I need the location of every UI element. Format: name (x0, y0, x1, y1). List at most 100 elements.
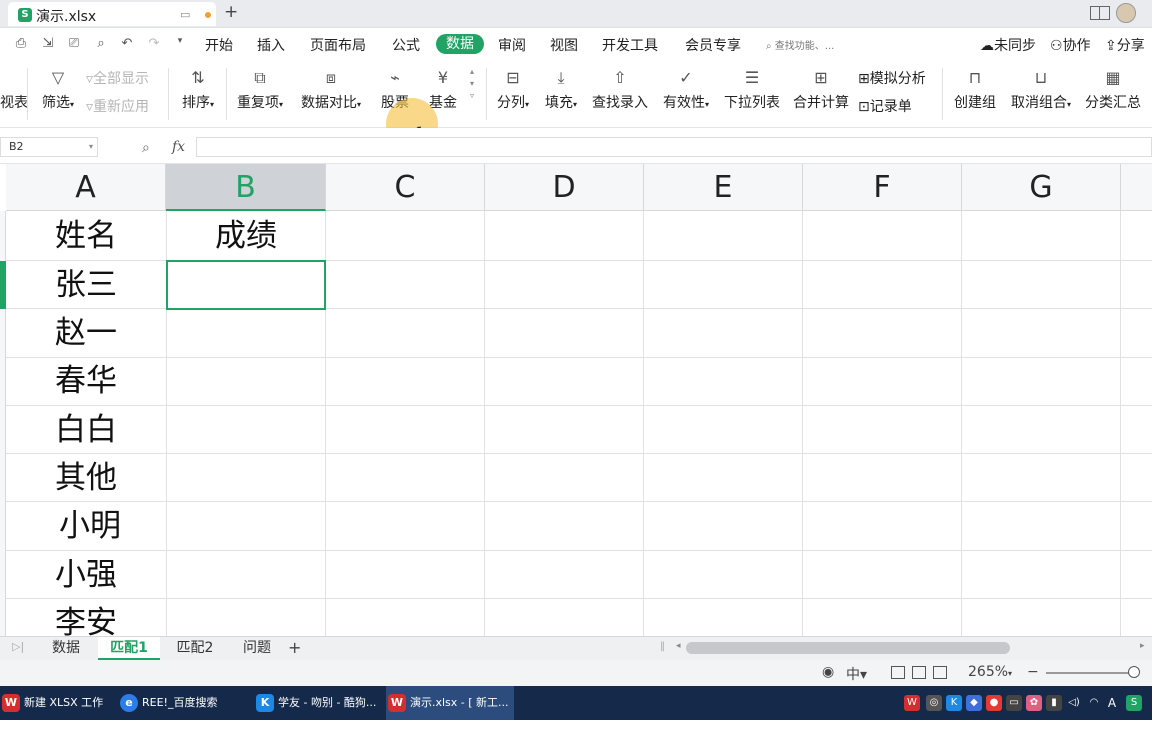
ribbon-scroll-icon[interactable]: ▴ ▾ ▿ (470, 66, 474, 102)
taskbar-item-new-xlsx[interactable]: W 新建 XLSX 工作表.... (0, 686, 116, 743)
zoom-out-button[interactable]: − (1027, 664, 1039, 680)
menu-formulas[interactable]: 公式 (392, 35, 420, 55)
cell-a9[interactable]: 李安 (6, 599, 166, 636)
menu-view[interactable]: 视图 (550, 35, 578, 55)
menu-member[interactable]: 会员专享 (685, 35, 741, 55)
ungroup-button[interactable]: ⊔ 取消组合▾ (1006, 68, 1076, 112)
pivot-table-button[interactable]: 视表 (0, 92, 28, 112)
menu-page-layout[interactable]: 页面布局 (310, 35, 366, 55)
tray-app-icon[interactable]: ◎ (926, 695, 942, 711)
undo-icon[interactable]: ↶ (119, 36, 135, 51)
page-break-view-icon[interactable] (933, 666, 947, 679)
record-form-button[interactable]: ⊡记录单 (858, 96, 912, 116)
duplicates-button[interactable]: ⧉ 重复项▾ (232, 68, 288, 112)
cell-a7[interactable]: 小明 (10, 502, 170, 550)
sheet-tab-match2[interactable]: 匹配2 (166, 637, 224, 660)
column-header-e[interactable]: E (644, 164, 803, 211)
cell-a6[interactable]: 其他 (6, 454, 166, 502)
normal-view-icon[interactable] (891, 666, 905, 679)
subtotal-button[interactable]: ▦ 分类汇总 (1082, 68, 1144, 112)
new-tab-button[interactable]: + (224, 2, 238, 22)
input-method-icon[interactable]: 中▾ (846, 664, 867, 684)
show-all-button[interactable]: ▿全部显示 (86, 68, 149, 88)
scroll-left-icon[interactable]: ◂ (676, 641, 681, 651)
sort-button[interactable]: ⇅ 排序▾ (178, 68, 218, 112)
network-icon[interactable]: ◠ (1086, 695, 1102, 711)
redo-icon[interactable]: ↷ (146, 36, 162, 51)
wps-tray-icon[interactable]: W (904, 695, 920, 711)
menu-data[interactable]: 数据 (436, 34, 484, 54)
column-header-d[interactable]: D (485, 164, 644, 211)
sync-status[interactable]: ☁未同步 (980, 35, 1036, 55)
split-column-button[interactable]: ⊟ 分列▾ (493, 68, 533, 112)
taskbar-item-kugou[interactable]: K 学友 - 吻别 - 酷狗... (254, 686, 382, 720)
compare-button[interactable]: ⧈ 数据对比▾ (296, 68, 366, 112)
lookup-entry-button[interactable]: ⇧ 查找录入 (589, 68, 651, 112)
cell-a3[interactable]: 赵一 (6, 309, 166, 357)
cell-a4[interactable]: 春华 (6, 357, 166, 405)
consolidate-button[interactable]: ⊞ 合并计算 (790, 68, 852, 112)
cell-b1[interactable]: 成绩 (166, 212, 326, 260)
sheet-tab-data[interactable]: 数据 (40, 637, 92, 660)
filter-button[interactable]: ▽ 筛选▾ (38, 68, 78, 112)
column-header-c[interactable]: C (326, 164, 485, 211)
menu-review[interactable]: 审阅 (498, 35, 526, 55)
column-header-h[interactable] (1121, 164, 1152, 211)
layout-toggle-icon[interactable] (1090, 6, 1110, 20)
feature-search[interactable]: ⌕ 查找功能、... (766, 37, 834, 52)
page-layout-view-icon[interactable] (912, 666, 926, 679)
chevron-down-icon[interactable]: ▾ (172, 36, 188, 46)
menu-home[interactable]: 开始 (205, 35, 233, 55)
formula-input[interactable] (196, 137, 1152, 157)
menu-insert[interactable]: 插入 (257, 35, 285, 55)
chevron-down-icon[interactable]: ▾ (89, 138, 93, 156)
column-header-a[interactable]: A (6, 164, 166, 211)
avatar[interactable] (1116, 3, 1136, 23)
column-header-g[interactable]: G (962, 164, 1121, 211)
ime-indicator[interactable]: A (1104, 695, 1120, 711)
preview-icon[interactable]: ⌕ (93, 36, 109, 51)
name-box[interactable]: B2 ▾ (0, 137, 98, 157)
split-handle-icon[interactable]: ‖ (660, 641, 665, 652)
fill-button[interactable]: ⤓ 填充▾ (541, 68, 581, 112)
pin-icon[interactable]: ▭ (180, 8, 190, 21)
column-header-f[interactable]: F (803, 164, 962, 211)
eye-protection-icon[interactable]: ◉ (822, 664, 834, 680)
kugou-tray-icon[interactable]: K (946, 695, 962, 711)
document-tab[interactable]: S 演示.xlsx ▭ (8, 2, 216, 26)
save-icon[interactable]: ⎙ (13, 36, 29, 51)
scroll-right-icon[interactable]: ▸ (1140, 641, 1145, 651)
validation-button[interactable]: ✓ 有效性▾ (658, 68, 714, 112)
shield-icon[interactable]: ◆ (966, 695, 982, 711)
collaborate-button[interactable]: ⚇协作 (1050, 35, 1091, 55)
microphone-icon[interactable]: ▮ (1046, 695, 1062, 711)
zoom-slider[interactable] (1046, 672, 1134, 674)
zoom-slider-knob[interactable] (1128, 666, 1140, 678)
spreadsheet-grid[interactable]: A B C D E F G 姓名 成绩 张三 赵一 春华 白白 其他 小明 小强… (0, 164, 1152, 636)
magnifier-icon[interactable]: ⌕ (142, 140, 150, 156)
export-icon[interactable]: ⇲ (40, 36, 56, 51)
function-icon[interactable]: fx (172, 139, 185, 155)
tray-app-icon[interactable]: ● (986, 695, 1002, 711)
share-button[interactable]: ⇪分享 (1105, 35, 1145, 55)
what-if-button[interactable]: ⊞模拟分析 (858, 68, 926, 88)
sheet-nav-icon[interactable]: ▷| (12, 640, 24, 653)
column-header-b[interactable]: B (166, 164, 326, 211)
print-icon[interactable]: ⎚ (66, 36, 82, 51)
tray-app-icon[interactable]: ✿ (1026, 695, 1042, 711)
add-sheet-button[interactable]: + (288, 638, 301, 657)
cell-a1[interactable]: 姓名 (6, 212, 166, 260)
dropdown-list-button[interactable]: ☰ 下拉列表 (721, 68, 783, 112)
zoom-level[interactable]: 265%▾ (968, 664, 1012, 680)
battery-icon[interactable]: ▭ (1006, 695, 1022, 711)
create-group-button[interactable]: ⊓ 创建组 (950, 68, 1000, 112)
sheet-tab-match1[interactable]: 匹配1 (98, 637, 160, 660)
menu-developer[interactable]: 开发工具 (602, 35, 658, 55)
reapply-button[interactable]: ▿重新应用 (86, 96, 149, 116)
sheet-tab-issues[interactable]: 问题 (232, 637, 282, 660)
active-cell-b2[interactable] (166, 260, 326, 310)
cell-a8[interactable]: 小强 (6, 551, 166, 599)
horizontal-scrollbar[interactable] (686, 642, 1010, 654)
cell-a2[interactable]: 张三 (6, 261, 166, 309)
taskbar-item-wps-active[interactable]: W 演示.xlsx - [ 新工... (386, 686, 514, 720)
